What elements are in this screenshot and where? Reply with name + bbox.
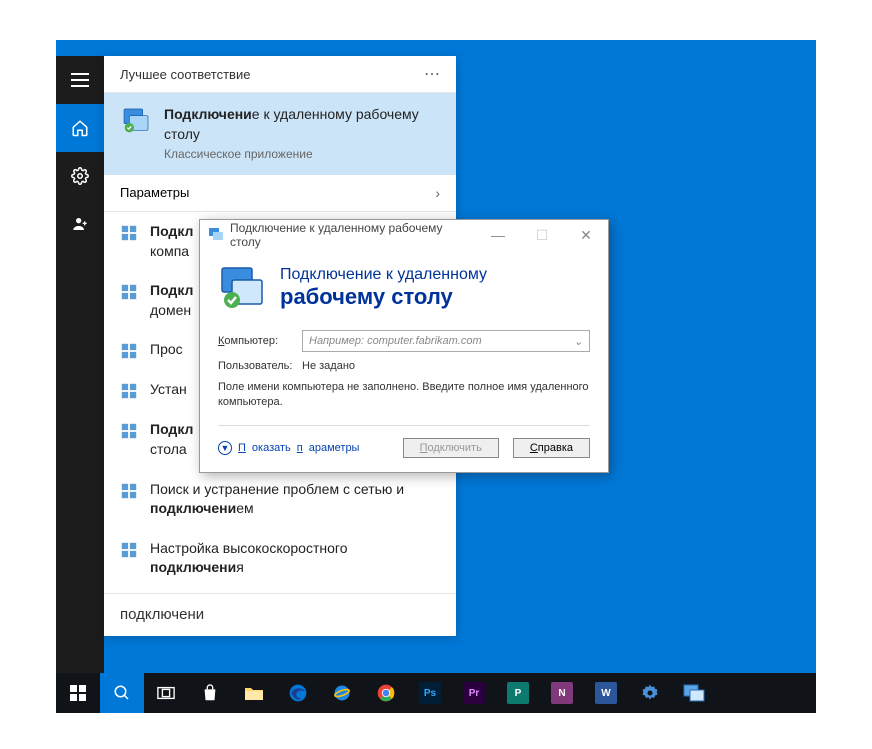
settings-taskbar-icon[interactable] xyxy=(628,673,672,713)
more-icon[interactable]: ⋯ xyxy=(424,64,440,84)
rdp-header-line2: рабочему столу xyxy=(280,284,487,310)
chevron-right-icon: › xyxy=(435,185,440,201)
search-input-row xyxy=(104,593,456,636)
computer-combobox[interactable]: Например: computer.fabrikam.com ⌄ xyxy=(302,330,590,352)
search-taskbar-button[interactable] xyxy=(100,673,144,713)
gear-icon[interactable] xyxy=(56,152,104,200)
start-rail xyxy=(56,56,104,676)
minimize-button[interactable]: — xyxy=(476,220,520,250)
params-header-label: Параметры xyxy=(120,185,189,200)
dropdown-icon: ⌄ xyxy=(574,335,583,348)
best-match-text: Подключение к удаленному рабочему столу … xyxy=(164,105,440,163)
result-item[interactable]: Настройка высокоскоростного подключения xyxy=(104,529,456,588)
rdp-title-icon xyxy=(208,227,224,243)
rdp-header-line1: Подключение к удаленному xyxy=(280,266,487,284)
home-icon[interactable] xyxy=(56,104,104,152)
help-button[interactable]: Справка xyxy=(513,438,590,458)
rdp-header: Подключение к удаленному рабочему столу xyxy=(200,250,608,322)
user-value: Не задано xyxy=(302,360,355,372)
rdp-taskbar-icon[interactable] xyxy=(672,673,716,713)
computer-placeholder: Например: computer.fabrikam.com xyxy=(309,335,482,347)
settings-item-icon xyxy=(120,224,138,242)
result-item[interactable]: Поиск и устранение проблем с сетью и под… xyxy=(104,470,456,529)
close-button[interactable]: ✕ xyxy=(564,220,608,250)
photoshop-icon[interactable]: Ps xyxy=(408,673,452,713)
start-button[interactable] xyxy=(56,673,100,713)
params-header[interactable]: Параметры › xyxy=(104,175,456,212)
premiere-icon[interactable]: Pr xyxy=(452,673,496,713)
best-match-header-label: Лучшее соответствие xyxy=(120,67,250,82)
rdp-app-icon xyxy=(120,105,152,137)
file-explorer-icon[interactable] xyxy=(232,673,276,713)
settings-item-icon xyxy=(120,342,138,360)
ie-icon[interactable] xyxy=(320,673,364,713)
settings-item-icon xyxy=(120,482,138,500)
rdp-window: Подключение к удаленному рабочему столу … xyxy=(199,219,609,473)
best-match-header: Лучшее соответствие ⋯ xyxy=(104,56,456,93)
rdp-titlebar[interactable]: Подключение к удаленному рабочему столу … xyxy=(200,220,608,250)
hamburger-icon[interactable] xyxy=(56,56,104,104)
maximize-button[interactable]: ☐ xyxy=(520,220,564,250)
store-taskbar-icon[interactable] xyxy=(188,673,232,713)
rdp-title-text: Подключение к удаленному рабочему столу xyxy=(230,221,476,249)
settings-item-icon xyxy=(120,382,138,400)
chevron-down-icon: ▼ xyxy=(218,441,232,455)
taskbar: Ps Pr P N W xyxy=(56,673,816,713)
person-icon[interactable] xyxy=(56,200,104,248)
edge-icon[interactable] xyxy=(276,673,320,713)
rdp-hint: Поле имени компьютера не заполнено. Введ… xyxy=(218,380,590,411)
chrome-icon[interactable] xyxy=(364,673,408,713)
settings-item-icon xyxy=(120,283,138,301)
best-match-item[interactable]: Подключение к удаленному рабочему столу … xyxy=(104,93,456,175)
settings-item-icon xyxy=(120,422,138,440)
onenote-icon[interactable]: N xyxy=(540,673,584,713)
show-options-link[interactable]: ▼ Показать параметры xyxy=(218,441,359,455)
settings-item-icon xyxy=(120,541,138,559)
publisher-icon[interactable]: P xyxy=(496,673,540,713)
connect-button[interactable]: Подключить xyxy=(403,438,499,458)
word-icon[interactable]: W xyxy=(584,673,628,713)
taskview-button[interactable] xyxy=(144,673,188,713)
rdp-header-icon xyxy=(218,264,266,312)
rdp-body: Компьютер: Например: computer.fabrikam.c… xyxy=(200,322,608,472)
user-label: Пользователь: xyxy=(218,360,290,372)
search-input[interactable] xyxy=(120,606,440,623)
